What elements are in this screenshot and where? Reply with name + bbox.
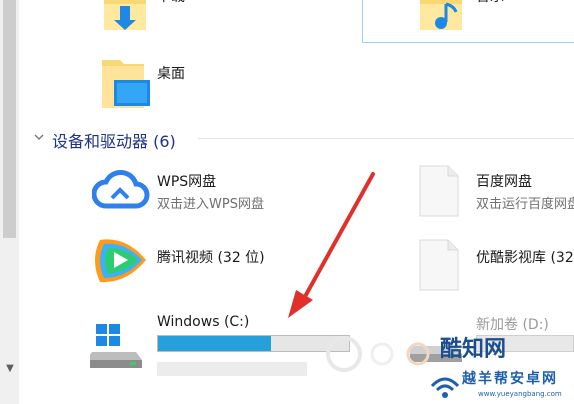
watermark-logo-icon xyxy=(326,336,430,372)
watermark-site-url: www.yueyangbang.com xyxy=(478,390,562,398)
watermark-brand: 酷知网 xyxy=(440,337,507,362)
watermark-wifi-icon xyxy=(430,377,460,398)
watermark-site-name: 越羊帮安卓网 xyxy=(462,371,558,387)
